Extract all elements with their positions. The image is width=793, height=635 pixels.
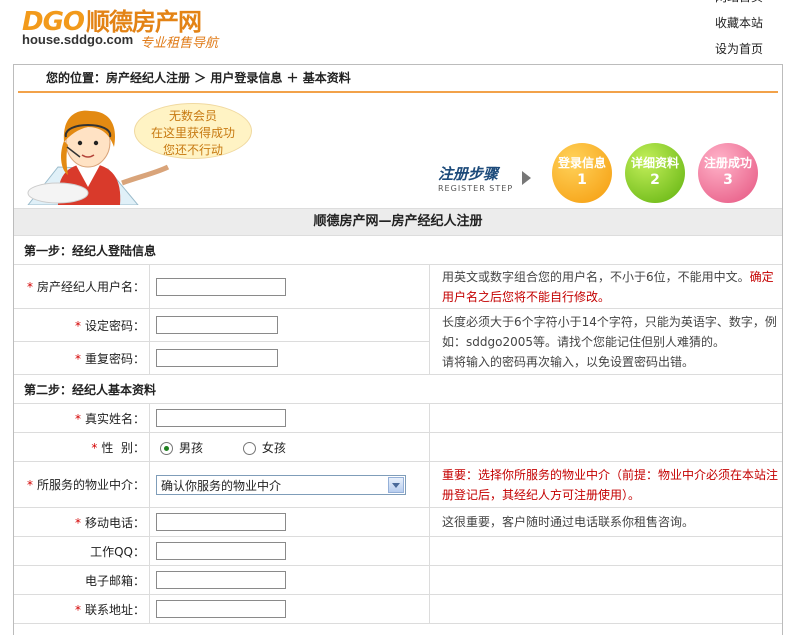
chevron-down-icon[interactable]: [388, 476, 404, 493]
realname-cell: [149, 403, 430, 433]
password-tip: 长度必须大于6个字符小于14个字符，只能为英语字、数字，例如：sddgo2005…: [429, 308, 782, 375]
steps-title-en: REGISTER STEP: [438, 184, 514, 193]
email-input[interactable]: [156, 571, 286, 589]
repeat-password-label: * 重复密码：: [14, 341, 150, 375]
site-logo[interactable]: DGO顺德房产网 house.sddgo.com 专业租售导航: [22, 2, 242, 51]
step-3-badge: 注册成功 3: [698, 143, 758, 203]
password-tip-text: 长度必须大于6个字符小于14个字符，只能为英语字、数字，例如：sddgo2005…: [442, 315, 777, 349]
repeat-password-tip-text: 请将输入的密码再次输入，以免设置密码出错。: [442, 355, 695, 369]
realname-label: * 真实姓名：: [14, 403, 150, 433]
qq-label: 工作QQ：: [14, 536, 150, 566]
step-2-badge: 详细资料 2: [625, 143, 685, 203]
site-domain: house.sddgo.com: [22, 32, 134, 47]
step-arrow-icon: [522, 171, 531, 185]
agency-label: * 所服务的物业中介：: [14, 461, 150, 508]
required-mark: *: [74, 318, 81, 333]
register-banner: 无数会员 在这里获得成功 您还不行动 注册步骤 REGISTER STEP 登录…: [14, 93, 782, 208]
home-link[interactable]: 网站首页: [715, 0, 763, 10]
gender-label: * 性 别：: [14, 432, 150, 462]
realname-input[interactable]: [156, 409, 286, 427]
bubble-line-3: 您还不行动: [162, 143, 223, 157]
gender-female-label[interactable]: 女孩: [262, 441, 286, 455]
step-1-number: 1: [577, 172, 587, 188]
mobile-tip: 这很重要，客户随时通过电话联系你租售咨询。: [429, 507, 782, 537]
registration-panel: 您的位置：房产经纪人注册 ＞ 用户登录信息 ＋ 基本资料 无数会员 在这里获得成…: [13, 64, 783, 635]
step-1-label: 登录信息: [557, 156, 606, 170]
step-3-number: 3: [723, 172, 733, 188]
email-label: 电子邮箱：: [14, 565, 150, 595]
bubble-line-2: 在这里获得成功: [150, 126, 235, 140]
agency-select[interactable]: 确认你服务的物业中介: [156, 474, 406, 495]
qq-tip: [429, 536, 782, 566]
repeat-password-label-text: 重复密码：: [84, 351, 145, 366]
username-tip: 用英文或数字组合您的用户名，不小于6位，不能用中文。确定用户名之后您将不能自行修…: [429, 264, 782, 309]
set-homepage-link[interactable]: 设为首页: [715, 36, 763, 62]
gender-male-radio[interactable]: [160, 441, 173, 455]
step-2-label: 详细资料: [630, 156, 679, 170]
agency-label-text: 所服务的物业中介：: [36, 478, 145, 492]
registration-form: 第一步：经纪人登陆信息 * 房产经纪人用户名： 用英文或数字组合您的用户名，不小于…: [14, 236, 782, 624]
email-cell: [149, 565, 430, 595]
steps-title-cn: 注册步骤: [438, 165, 499, 183]
gender-cell: 男孩 女孩: [149, 432, 430, 462]
password-label-text: 设定密码：: [84, 318, 145, 333]
site-slogan: 专业租售导航: [140, 36, 219, 51]
bookmark-link[interactable]: 收藏本站: [715, 10, 763, 36]
step-2-heading: 第二步：经纪人基本资料: [14, 374, 782, 404]
username-tip-text: 用英文或数字组合您的用户名，不小于6位，不能用中文。: [442, 269, 750, 284]
mobile-cell: [149, 507, 430, 537]
password-cell: [149, 308, 430, 342]
required-mark: *: [26, 280, 33, 294]
agency-cell: 确认你服务的物业中介: [149, 461, 430, 508]
form-title: 顺德房产网—房产经纪人注册: [14, 208, 782, 236]
address-label-text: 联系地址：: [84, 602, 145, 617]
required-mark: *: [91, 440, 98, 455]
qq-input[interactable]: [156, 542, 286, 560]
realname-label-text: 真实姓名：: [84, 411, 145, 426]
required-mark: *: [74, 351, 81, 366]
step-2-number: 2: [650, 172, 660, 188]
agency-tip: 重要：选择你所服务的物业中介（前提：物业中介必须在本站注册登记后，其经纪人方可注…: [429, 461, 782, 508]
username-label: * 房产经纪人用户名：: [14, 264, 150, 309]
mobile-label: * 移动电话：: [14, 507, 150, 537]
breadcrumb: 您的位置：房产经纪人注册 ＞ 用户登录信息 ＋ 基本资料: [18, 65, 778, 93]
gender-tip: [429, 432, 782, 462]
address-label: * 联系地址：: [14, 594, 150, 624]
required-mark: *: [26, 478, 33, 492]
step-3-label: 注册成功: [703, 156, 752, 170]
address-input[interactable]: [156, 600, 286, 618]
repeat-password-input[interactable]: [156, 349, 278, 367]
required-mark: *: [74, 602, 81, 617]
username-label-text: 房产经纪人用户名：: [36, 280, 145, 294]
email-tip: [429, 565, 782, 595]
username-input[interactable]: [156, 277, 286, 296]
register-steps-title: 注册步骤 REGISTER STEP: [438, 163, 513, 193]
password-label: * 设定密码：: [14, 308, 150, 342]
address-cell: [149, 594, 430, 624]
required-mark: *: [74, 411, 81, 426]
realname-tip: [429, 403, 782, 433]
top-links: 网站首页 收藏本站 设为首页: [715, 0, 763, 62]
agency-selected-value: 确认你服务的物业中介: [161, 478, 282, 493]
mobile-label-text: 移动电话：: [84, 515, 145, 530]
address-tip: [429, 594, 782, 624]
password-input[interactable]: [156, 316, 278, 334]
repeat-password-cell: [149, 341, 430, 375]
qq-cell: [149, 536, 430, 566]
required-mark: *: [74, 515, 81, 530]
gender-female-radio[interactable]: [242, 441, 256, 455]
username-cell: [149, 264, 430, 309]
step-1-heading: 第一步：经纪人登陆信息: [14, 236, 782, 265]
step-1-badge: 登录信息 1: [552, 143, 612, 203]
mobile-input[interactable]: [156, 513, 286, 531]
bubble-line-1: 无数会员: [168, 109, 217, 123]
promo-bubble: 无数会员 在这里获得成功 您还不行动: [134, 103, 252, 159]
gender-male-label[interactable]: 男孩: [179, 441, 203, 455]
gender-label-text: 性 别：: [101, 440, 145, 455]
